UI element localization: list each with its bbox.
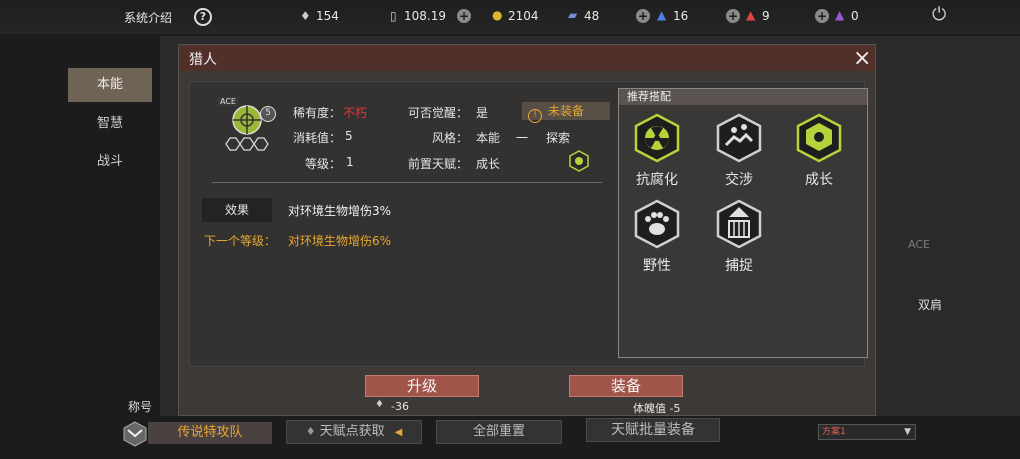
ace-badge: ACE — [218, 97, 238, 106]
talent-level-badge: 5 — [260, 106, 276, 122]
recommended-item-anticorrosion[interactable]: 抗腐化 — [627, 113, 687, 189]
card-icon: ▯ — [390, 9, 397, 23]
modal-header: 猎人 × — [179, 45, 875, 71]
coin-icon: ● — [492, 8, 503, 22]
radiation-icon — [634, 113, 680, 163]
recommended-item-growth[interactable]: 成长 — [789, 113, 849, 189]
recommended-header: 推荐搭配 — [619, 89, 867, 105]
help-icon[interactable]: ? — [194, 8, 212, 26]
potion-icon: ▲ — [657, 8, 667, 22]
talent-detail-modal: 猎人 × ACE 5 稀有度： 不朽 消耗值： 5 等级： 1 可否觉醒： 是 … — [178, 44, 876, 416]
cost-value: 5 — [345, 129, 353, 143]
title-label: 称号 — [128, 400, 153, 414]
rarity-value: 不朽 — [343, 106, 368, 120]
paw-icon — [634, 199, 680, 249]
system-intro-label[interactable]: 系统介绍 — [124, 9, 172, 26]
gem-icon: ♦ — [305, 425, 316, 438]
resource-value: 48 — [584, 9, 600, 23]
equip-cost: 体魄值 -5 — [633, 402, 681, 415]
resource-value: 108.19 — [404, 9, 446, 23]
add-icon[interactable]: + — [815, 9, 829, 23]
book-icon: ▰ — [568, 8, 578, 22]
recommended-item-label: 交涉 — [725, 172, 753, 188]
add-icon[interactable]: + — [636, 9, 650, 23]
style-value: 本能 — [476, 131, 501, 145]
growth-small-icon[interactable] — [568, 150, 590, 172]
upgrade-cost: -36 — [391, 400, 409, 413]
close-icon[interactable]: × — [853, 46, 871, 71]
resource-value: 2104 — [508, 9, 539, 23]
sidebar-item-instinct[interactable]: 本能 — [68, 68, 152, 102]
equip-button[interactable]: 装备 — [569, 375, 683, 397]
cost-label: 消耗值： — [293, 131, 342, 145]
capture-icon — [716, 199, 762, 249]
resource-value: 9 — [762, 9, 770, 23]
warning-icon: ! — [528, 109, 542, 123]
level-label: 等级： — [305, 157, 342, 171]
talent-points-button[interactable]: ♦ 天赋点获取 ◀ — [286, 420, 422, 444]
reset-all-button[interactable]: 全部重置 — [436, 420, 562, 444]
equip-status-badge: ! 未装备 — [522, 102, 610, 123]
recommended-item-label: 抗腐化 — [636, 172, 678, 188]
effect-label: 效果 — [202, 198, 272, 222]
rarity-label: 稀有度： — [293, 106, 342, 120]
plan-select-value: 方案1 — [822, 427, 846, 437]
gem-icon: ♦ — [300, 9, 311, 23]
next-level-label: 下一个等级： — [204, 234, 277, 248]
bg-label: ACE — [908, 238, 930, 251]
talent-points-label: 天赋点获取 — [319, 424, 385, 439]
potion-red-icon: ▲ — [746, 8, 756, 22]
chevron-down-icon: ▼ — [904, 427, 911, 437]
style-separator: 一 — [516, 131, 529, 145]
resource-value: 154 — [316, 9, 339, 23]
prereq-label: 前置天赋： — [408, 157, 469, 171]
arrow-left-icon: ◀ — [394, 427, 403, 438]
sidebar-item-combat[interactable]: 战斗 — [68, 145, 152, 179]
title-banner[interactable]: 传说特攻队 — [148, 422, 272, 444]
style-value-2: 探索 — [546, 131, 571, 145]
gem-icon: ♦ — [375, 399, 384, 410]
modal-title: 猎人 — [189, 52, 217, 68]
upgrade-button[interactable]: 升级 — [365, 375, 479, 397]
recommended-item-label: 捕捉 — [725, 258, 753, 274]
sidebar-item-wisdom[interactable]: 智慧 — [68, 107, 152, 141]
top-bar: 系统介绍 ? ♦ 154 ▯ 108.19 + ● 2104 ▰ 48 + ▲ … — [0, 0, 1020, 34]
recommended-item-capture[interactable]: 捕捉 — [709, 199, 769, 275]
growth-icon — [796, 113, 842, 163]
style-label: 风格： — [432, 131, 469, 145]
recommended-item-negotiation[interactable]: 交涉 — [709, 113, 769, 189]
crystal-icon: ▲ — [835, 8, 845, 22]
add-icon[interactable]: + — [457, 9, 471, 23]
bg-label: 双肩 — [918, 298, 943, 312]
title-emblem-icon — [120, 418, 150, 448]
awaken-label: 可否觉醒： — [408, 106, 469, 120]
awaken-value: 是 — [476, 106, 489, 120]
recommended-item-wildness[interactable]: 野性 — [627, 199, 687, 275]
power-icon[interactable]: ⏻ — [932, 4, 946, 25]
handshake-icon — [716, 113, 762, 163]
equip-status-text: 未装备 — [548, 104, 585, 118]
resource-value: 16 — [673, 9, 689, 23]
plan-select[interactable]: 方案1 ▼ — [818, 424, 916, 440]
prereq-value: 成长 — [476, 157, 501, 171]
effect-value: 对环境生物增伤3% — [288, 204, 392, 218]
divider — [212, 182, 602, 183]
recommended-panel: 推荐搭配 抗腐化 交涉 成长 野性 捕捉 — [618, 88, 868, 358]
detail-panel: ACE 5 稀有度： 不朽 消耗值： 5 等级： 1 可否觉醒： 是 ! 未装备 … — [189, 81, 868, 367]
batch-equip-button[interactable]: 天赋批量装备 — [586, 418, 720, 442]
recommended-item-label: 成长 — [805, 172, 833, 188]
resource-value: 0 — [851, 9, 859, 23]
level-value: 1 — [346, 155, 354, 169]
next-level-value: 对环境生物增伤6% — [288, 234, 392, 248]
add-icon[interactable]: + — [726, 9, 740, 23]
recommended-item-label: 野性 — [643, 258, 671, 274]
